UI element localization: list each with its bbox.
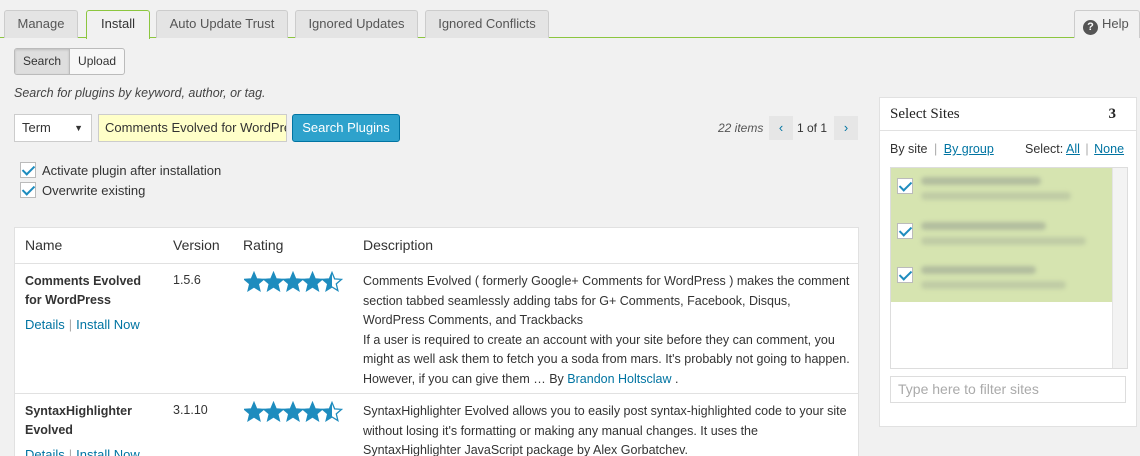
description-text: Comments Evolved ( formerly Google+ Comm… bbox=[363, 274, 850, 327]
select-sites-panel: Select Sites 3 By site | By group Select… bbox=[879, 97, 1137, 427]
help-icon: ? bbox=[1083, 20, 1098, 35]
install-now-link[interactable]: Install Now bbox=[76, 317, 140, 332]
prev-page-button[interactable]: ‹ bbox=[769, 116, 793, 140]
select-all-link[interactable]: All bbox=[1066, 142, 1080, 156]
tab-ignored-conflicts[interactable]: Ignored Conflicts bbox=[425, 10, 549, 38]
page-indicator: 1 of 1 bbox=[797, 121, 828, 135]
star-fill bbox=[283, 402, 303, 421]
tab-auto-update-trust[interactable]: Auto Update Trust bbox=[156, 10, 288, 38]
overwrite-option[interactable]: Overwrite existing bbox=[20, 182, 145, 198]
author-link[interactable]: Brandon Holtsclaw bbox=[567, 372, 671, 386]
overwrite-label: Overwrite existing bbox=[42, 183, 146, 198]
select-controls: Select: All | None bbox=[1025, 142, 1125, 156]
view-mode: By site | By group bbox=[890, 142, 994, 156]
star-fill bbox=[302, 272, 323, 291]
next-page-button[interactable]: › bbox=[834, 116, 858, 140]
site-checkbox[interactable] bbox=[897, 223, 913, 239]
by-site-label[interactable]: By site bbox=[890, 142, 928, 156]
install-mode-toggle: Search Upload bbox=[14, 48, 126, 75]
sites-list[interactable] bbox=[890, 167, 1128, 369]
item-count: 22 items bbox=[718, 121, 764, 135]
help-button[interactable]: ? Help bbox=[1074, 10, 1140, 38]
site-item[interactable] bbox=[897, 173, 1107, 213]
dropdown-arrow-icon: ▼ bbox=[74, 123, 83, 133]
search-input[interactable]: Comments Evolved for WordPress bbox=[98, 114, 287, 142]
site-url-redacted bbox=[921, 192, 1071, 200]
select-none-link[interactable]: None bbox=[1094, 142, 1124, 156]
search-type-value: Term bbox=[22, 120, 51, 135]
site-checkbox[interactable] bbox=[897, 267, 913, 283]
plugin-actions: Details | Install Now bbox=[25, 317, 140, 332]
header-version: Version bbox=[173, 237, 220, 253]
table-header: Name Version Rating Description bbox=[15, 228, 858, 264]
install-now-link[interactable]: Install Now bbox=[76, 447, 140, 456]
header-rating: Rating bbox=[243, 237, 284, 253]
plugins-table: Name Version Rating Description Comments… bbox=[14, 227, 859, 456]
selected-count: 3 bbox=[1108, 106, 1117, 122]
panel-title: Select Sites bbox=[890, 106, 960, 122]
site-url-redacted bbox=[921, 281, 1066, 289]
site-item[interactable] bbox=[897, 262, 1107, 302]
site-checkbox[interactable] bbox=[897, 178, 913, 194]
table-row: SyntaxHighlighter Evolved Details | Instal… bbox=[15, 394, 858, 456]
select-label: Select: bbox=[1025, 142, 1064, 156]
star-rating bbox=[244, 271, 344, 292]
tab-manage[interactable]: Manage bbox=[4, 10, 78, 38]
by-group-link[interactable]: By group bbox=[944, 142, 994, 156]
header-description: Description bbox=[363, 237, 434, 253]
star-fill bbox=[244, 272, 264, 291]
site-name-redacted bbox=[921, 222, 1046, 230]
activate-option[interactable]: Activate plugin after installation bbox=[20, 162, 221, 178]
search-hint: Search for plugins by keyword, author, o… bbox=[14, 86, 266, 100]
plugin-actions: Details | Install Now bbox=[25, 447, 140, 456]
site-name-redacted bbox=[921, 266, 1036, 274]
site-name-redacted bbox=[921, 177, 1041, 185]
activate-checkbox[interactable] bbox=[20, 162, 36, 178]
star-fill bbox=[263, 402, 284, 421]
details-link[interactable]: Details bbox=[25, 447, 65, 456]
search-type-select[interactable]: Term ▼ bbox=[14, 114, 92, 142]
description-text: SyntaxHighlighter Evolved allows you to … bbox=[363, 404, 847, 456]
star-fill bbox=[263, 272, 284, 291]
sites-scrollbar[interactable] bbox=[1112, 168, 1127, 368]
table-row: Comments Evolved for WordPress Details | I… bbox=[15, 264, 858, 394]
help-label: Help bbox=[1102, 16, 1129, 31]
plugin-version: 3.1.10 bbox=[173, 403, 208, 417]
search-plugins-button[interactable]: Search Plugins bbox=[292, 114, 400, 142]
header-name: Name bbox=[25, 237, 63, 253]
plugin-name: SyntaxHighlighter Evolved bbox=[25, 404, 132, 437]
description-end: . bbox=[675, 371, 679, 386]
activate-label: Activate plugin after installation bbox=[42, 163, 222, 178]
star-fill bbox=[302, 402, 323, 421]
plugin-description: SyntaxHighlighter Evolved allows you to … bbox=[363, 402, 853, 456]
plugin-description: Comments Evolved ( formerly Google+ Comm… bbox=[363, 272, 853, 389]
plugin-version: 1.5.6 bbox=[173, 273, 201, 287]
site-url-redacted bbox=[921, 237, 1086, 245]
tab-bar: Manage Install Auto Update Trust Ignored… bbox=[0, 0, 1140, 39]
details-link[interactable]: Details bbox=[25, 317, 65, 332]
tab-ignored-updates[interactable]: Ignored Updates bbox=[295, 10, 418, 38]
plugin-name: Comments Evolved for WordPress bbox=[25, 274, 142, 307]
tab-install[interactable]: Install bbox=[86, 10, 150, 39]
star-rating bbox=[244, 401, 344, 422]
site-item[interactable] bbox=[897, 218, 1107, 258]
search-mode-button[interactable]: Search bbox=[15, 49, 71, 74]
star-fill bbox=[244, 402, 264, 421]
overwrite-checkbox[interactable] bbox=[20, 182, 36, 198]
upload-mode-button[interactable]: Upload bbox=[70, 49, 124, 74]
by-label: By bbox=[549, 371, 564, 386]
star-fill bbox=[283, 272, 303, 291]
filter-sites-input[interactable]: Type here to filter sites bbox=[890, 376, 1126, 403]
